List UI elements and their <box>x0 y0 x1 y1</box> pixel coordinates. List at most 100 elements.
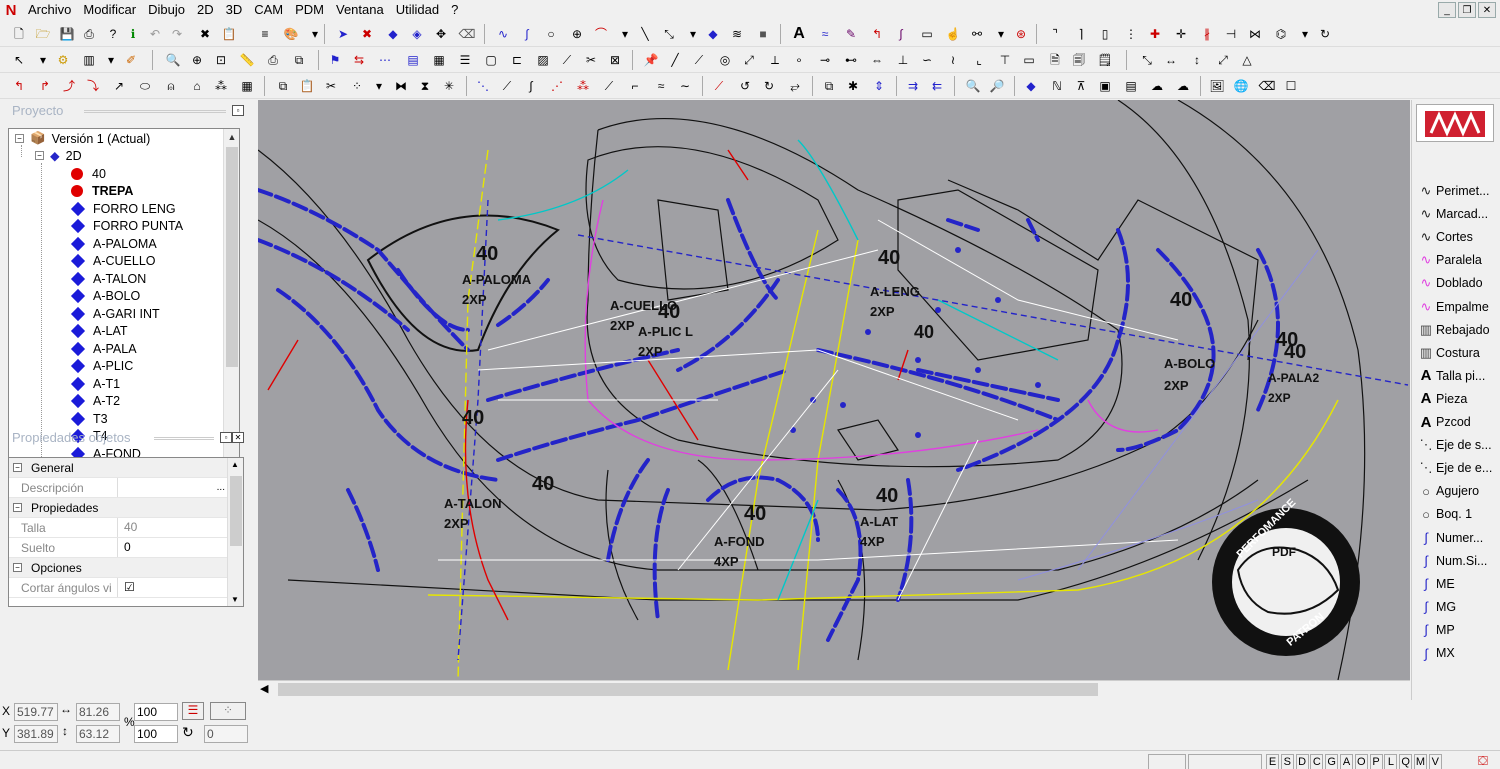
tree-item[interactable]: TREPA <box>71 183 133 200</box>
frame-icon[interactable]: ▢ <box>482 51 500 69</box>
open-folder-icon[interactable]: 🗁 <box>34 25 52 43</box>
x-coordinate-field[interactable]: 519.77 <box>14 703 58 721</box>
cut-line-icon[interactable]: ✚ <box>1146 25 1164 43</box>
close-panel-icon[interactable]: ✕ <box>232 432 244 443</box>
zoom-out-icon[interactable]: 🔎 <box>988 77 1006 95</box>
crosshair-icon[interactable]: ⊕ <box>568 25 586 43</box>
hatch-icon[interactable]: ▨ <box>534 51 552 69</box>
tree-item[interactable]: FORRO LENG <box>70 200 176 217</box>
tool-item[interactable]: ∿ Marcad... <box>1416 203 1500 225</box>
corner-icon[interactable]: ⌝ <box>1046 25 1064 43</box>
nodes-icon[interactable]: ⁘ <box>210 702 246 720</box>
tool-item[interactable]: ○ Agujero <box>1416 480 1500 502</box>
resize-icon[interactable]: ⤡ <box>1138 51 1156 69</box>
copy-icon[interactable]: ⧉ <box>290 51 308 69</box>
checkbox-icon[interactable]: ☐ <box>1282 77 1300 95</box>
pen-icon[interactable]: ∫ <box>892 25 910 43</box>
scroll-thumb[interactable] <box>278 683 1098 696</box>
panel-grip[interactable] <box>154 437 214 440</box>
canvas-horizontal-scrollbar[interactable]: ◀ <box>258 680 1410 698</box>
section-opciones[interactable]: − Opciones <box>9 558 227 578</box>
arrow-up-right-icon[interactable]: ↗ <box>110 77 128 95</box>
clipboard-icon[interactable]: 📋 <box>220 25 238 43</box>
doc-icon[interactable]: 🗎 <box>1046 51 1064 69</box>
zoom-window-icon[interactable]: ⊕ <box>188 51 206 69</box>
brush-icon[interactable]: ✐ <box>122 51 140 69</box>
move-cross-icon[interactable]: ✛ <box>1172 25 1190 43</box>
scroll-down-icon[interactable]: ▼ <box>231 595 239 604</box>
sparkle-icon[interactable]: ✱ <box>844 77 862 95</box>
curve-icon[interactable]: ∫ <box>518 25 536 43</box>
tree-item[interactable]: A-T1 <box>70 375 120 392</box>
snap-mode-button[interactable]: P <box>1369 754 1383 769</box>
move-icon[interactable]: ✥ <box>432 25 450 43</box>
rotate-icon[interactable]: ⊛ <box>1012 25 1030 43</box>
undo-icon[interactable]: ↶ <box>146 25 164 43</box>
smooth-icon[interactable]: ∽ <box>918 51 936 69</box>
scroll-left-icon[interactable]: ◀ <box>260 682 268 695</box>
zoom-icon[interactable]: 🔍 <box>964 77 982 95</box>
dashed-line-icon[interactable]: ⋱ <box>474 77 492 95</box>
cancel-select-icon[interactable]: ✖ <box>358 25 376 43</box>
line-tool-icon[interactable]: ╱ <box>666 51 684 69</box>
dx-field[interactable]: 81.26 <box>76 703 120 721</box>
scale-list-icon[interactable]: ☰ <box>182 702 204 720</box>
pin-icon[interactable]: ▫ <box>232 105 244 116</box>
height-icon[interactable]: ↕ <box>1188 51 1206 69</box>
eraser-icon[interactable]: ⌫ <box>458 25 476 43</box>
tree-item[interactable]: 40 <box>71 165 106 182</box>
tree-item[interactable]: FORRO PUNTA <box>70 218 183 235</box>
tree-node-2d[interactable]: − ◆ 2D <box>35 147 82 164</box>
zoom-in-icon[interactable]: 🔍 <box>164 51 182 69</box>
close-icon[interactable]: ✕ <box>1478 2 1496 18</box>
route-icon[interactable]: ⥂ <box>786 77 804 95</box>
hand-icon[interactable]: ☝ <box>944 25 962 43</box>
tool-item[interactable]: ▥ Rebajado <box>1416 319 1500 341</box>
pin-icon[interactable]: ▫ <box>220 432 232 443</box>
scroll-up-icon[interactable]: ▲ <box>224 129 239 145</box>
tree-item[interactable]: A-GARI INT <box>70 305 160 322</box>
page-icon[interactable]: ▯ <box>1096 25 1114 43</box>
menu-archivo[interactable]: Archivo <box>22 0 77 20</box>
snap-mode-button[interactable]: S <box>1280 754 1294 769</box>
info-icon[interactable]: ℹ <box>124 25 142 43</box>
y-coordinate-field[interactable]: 381.89 <box>14 725 58 743</box>
trim-icon[interactable]: ⊸ <box>816 51 834 69</box>
gear-icon[interactable]: ⚙ <box>54 51 72 69</box>
hourglass-icon[interactable]: ⧗ <box>416 77 434 95</box>
trim2-icon[interactable]: ⊤ <box>996 51 1014 69</box>
snap-mode-button[interactable]: V <box>1428 754 1442 769</box>
snap-mode-button[interactable]: M <box>1414 754 1427 769</box>
array-icon[interactable]: ⁘ <box>348 77 366 95</box>
menu-modificar[interactable]: Modificar <box>77 0 142 20</box>
measure-icon[interactable]: ⚯ <box>968 25 986 43</box>
normal-icon[interactable]: ℕ <box>1048 77 1066 95</box>
tool-item[interactable]: ∫ MP <box>1416 619 1500 641</box>
pattern-icon[interactable]: ▥ <box>80 51 98 69</box>
tree-item[interactable]: A-PALA <box>70 340 137 357</box>
restore-icon[interactable]: ❐ <box>1458 2 1476 18</box>
zoom-x-field[interactable]: 100 <box>134 703 178 721</box>
copy2-icon[interactable]: ⧉ <box>274 77 292 95</box>
cursor-icon[interactable]: ↖ <box>10 51 28 69</box>
dropdown-icon[interactable]: ▾ <box>616 25 634 43</box>
rotate-right-icon[interactable]: ↻ <box>760 77 778 95</box>
distribute-icon[interactable]: ⋯ <box>376 51 394 69</box>
tool-item[interactable]: ∿ Doblado <box>1416 272 1500 294</box>
save-icon[interactable]: 💾 <box>58 25 76 43</box>
corner-round-icon[interactable]: ⌉ <box>1072 25 1090 43</box>
tilde-icon[interactable]: ∼ <box>676 77 694 95</box>
collapse-icon[interactable]: − <box>15 134 24 143</box>
tool-item[interactable]: A Pzcod <box>1416 411 1500 433</box>
updown-icon[interactable]: ⇕ <box>870 77 888 95</box>
wave2-icon[interactable]: ≀ <box>944 51 962 69</box>
collapse-icon[interactable]: − <box>13 563 22 572</box>
tool-item[interactable]: ∿ Empalme <box>1416 296 1500 318</box>
box-icon[interactable]: ▭ <box>1020 51 1038 69</box>
mirror2-icon[interactable]: ⧓ <box>392 77 410 95</box>
scroll-thumb[interactable] <box>230 476 242 546</box>
corner2-icon[interactable]: ⌞ <box>970 51 988 69</box>
menu-3d[interactable]: 3D <box>220 0 249 20</box>
dropdown-icon[interactable]: ▾ <box>992 25 1010 43</box>
join-icon[interactable]: ⋈ <box>1246 25 1264 43</box>
